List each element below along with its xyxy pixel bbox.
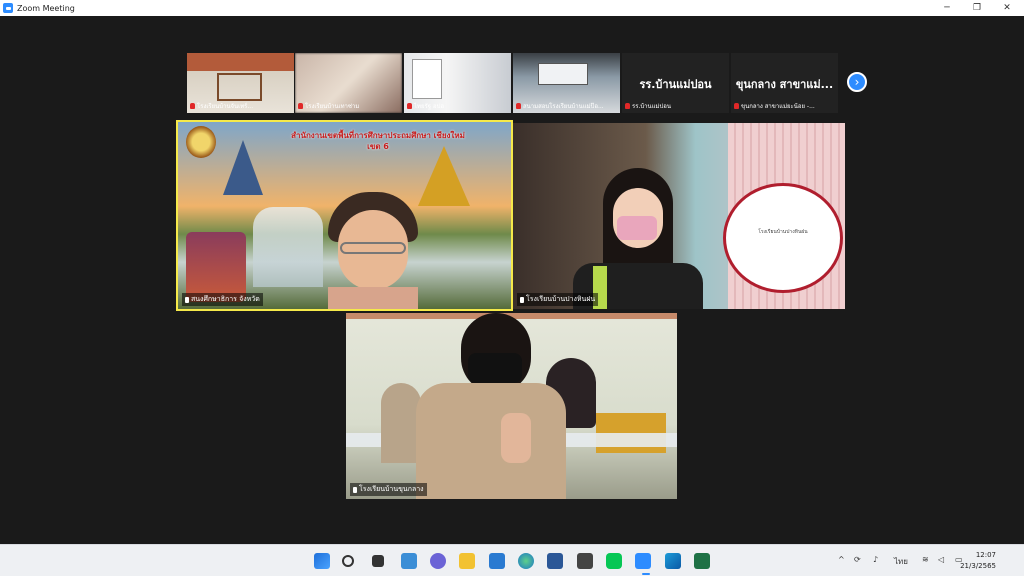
task-view-icon[interactable] xyxy=(372,555,384,567)
mic-muted-icon xyxy=(625,103,630,109)
participant-name: โรงเรียนบ้านจันเทร์... xyxy=(197,103,254,110)
restore-button[interactable]: ❐ xyxy=(962,0,992,16)
gallery-tile[interactable]: รร.บ้านแม่ปอน รร.บ้านแม่ปอน xyxy=(622,53,729,113)
window-title: Zoom Meeting xyxy=(17,3,75,13)
chevron-right-icon: › xyxy=(854,75,860,89)
gallery-tile[interactable]: โรงเรียนบ้านเทาซ่าม xyxy=(295,53,402,113)
gallery-tile[interactable]: ขุนกลาง สาขาแม่... ขุนกลาง สาขาแม่ยะน้อย… xyxy=(731,53,838,113)
logo-text: โรงเรียนบ้านปางหินฝน xyxy=(758,229,808,235)
mail-icon[interactable] xyxy=(489,553,505,569)
minimize-button[interactable]: ─ xyxy=(932,0,962,16)
zoom-icon[interactable] xyxy=(635,553,651,569)
participant-name: สนามสอบโรงเรียนบ้านแม่ป๊อ... xyxy=(523,103,604,110)
start-icon[interactable] xyxy=(314,553,330,569)
participant-display-name: ขุนกลาง สาขาแม่... xyxy=(735,78,834,91)
excel-icon[interactable] xyxy=(694,553,710,569)
teams-chat-icon[interactable] xyxy=(430,553,446,569)
school-emblem-logo xyxy=(723,183,843,293)
pin-icon xyxy=(353,486,357,493)
participant-tile[interactable]: โรงเรียนบ้านปางหินฝน โรงเรียนบ้านปางหินฝ… xyxy=(513,123,845,309)
zoom-window: Zoom Meeting ─ ❐ ✕ โรงเรียนบ้านจันเทร์..… xyxy=(0,0,1024,576)
windows-taskbar: ^ ⟳ ♪ ไทย ≋ ◁ ▭ 12:07 21/3/2565 xyxy=(0,544,1024,576)
line-icon[interactable] xyxy=(606,553,622,569)
volume-icon[interactable]: ◁ xyxy=(938,555,944,564)
microphone-icon[interactable]: ♪ xyxy=(873,555,878,564)
participant-name: รร.บ้านแม่ปอน xyxy=(632,103,671,110)
tray-chevron-up-icon[interactable]: ^ xyxy=(838,555,845,564)
close-button[interactable]: ✕ xyxy=(992,0,1022,16)
file-explorer-icon[interactable] xyxy=(459,553,475,569)
search-icon[interactable] xyxy=(342,555,354,567)
office-emblem-logo xyxy=(186,126,216,158)
gallery-tile[interactable]: ไทยรัฐ ฮปฮ xyxy=(404,53,511,113)
edge-icon[interactable] xyxy=(518,553,534,569)
language-indicator[interactable]: ไทย xyxy=(894,555,908,568)
pin-icon xyxy=(185,296,189,303)
mic-muted-icon xyxy=(516,103,521,109)
participant-name-label: โรงเรียนบ้านขุนกลาง xyxy=(350,483,427,496)
active-speaker-tile[interactable]: สำนักงานเขตพื้นที่การศึกษาประถมศึกษา เชี… xyxy=(176,120,513,311)
gallery-tile[interactable]: โรงเรียนบ้านจันเทร์... xyxy=(187,53,294,113)
mic-muted-icon xyxy=(407,103,412,109)
participant-name-label: สนงศึกษาธิการ จังหวัด xyxy=(182,293,263,306)
participant-name: โรงเรียนบ้านเทาซ่าม xyxy=(305,103,360,110)
title-bar: Zoom Meeting ─ ❐ ✕ xyxy=(0,0,1024,16)
participant-display-name: รร.บ้านแม่ปอน xyxy=(639,78,712,91)
system-clock[interactable]: 12:07 21/3/2565 xyxy=(960,550,996,572)
mic-muted-icon xyxy=(734,103,739,109)
banner-title: สำนักงานเขตพื้นที่การศึกษาประถมศึกษา เชี… xyxy=(291,131,465,151)
photos-icon[interactable] xyxy=(665,553,681,569)
zoom-app-icon xyxy=(3,3,13,13)
participant-video xyxy=(328,192,418,309)
mic-muted-icon xyxy=(298,103,303,109)
tray-update-icon[interactable]: ⟳ xyxy=(854,555,861,564)
word-icon[interactable] xyxy=(547,553,563,569)
clock-time: 12:07 xyxy=(975,551,996,559)
mic-muted-icon xyxy=(190,103,195,109)
participant-name-label: โรงเรียนบ้านปางหินฝน xyxy=(517,293,599,306)
participant-name: ไทยรัฐ ฮปฮ xyxy=(414,103,445,110)
gallery-next-button[interactable]: › xyxy=(847,72,867,92)
pin-icon xyxy=(520,296,524,303)
participant-video xyxy=(416,313,566,499)
graduation-app-icon[interactable] xyxy=(577,553,593,569)
gallery-tile[interactable]: สนามสอบโรงเรียนบ้านแม่ป๊อ... xyxy=(513,53,620,113)
wifi-icon[interactable]: ≋ xyxy=(922,555,929,564)
clock-date: 21/3/2565 xyxy=(960,562,996,570)
widgets-icon[interactable] xyxy=(401,553,417,569)
participant-tile[interactable]: โรงเรียนบ้านขุนกลาง xyxy=(346,313,677,499)
zoom-active-indicator xyxy=(642,573,650,575)
participant-video xyxy=(573,168,703,309)
participant-name: ขุนกลาง สาขาแม่ยะน้อย -... xyxy=(741,103,815,110)
